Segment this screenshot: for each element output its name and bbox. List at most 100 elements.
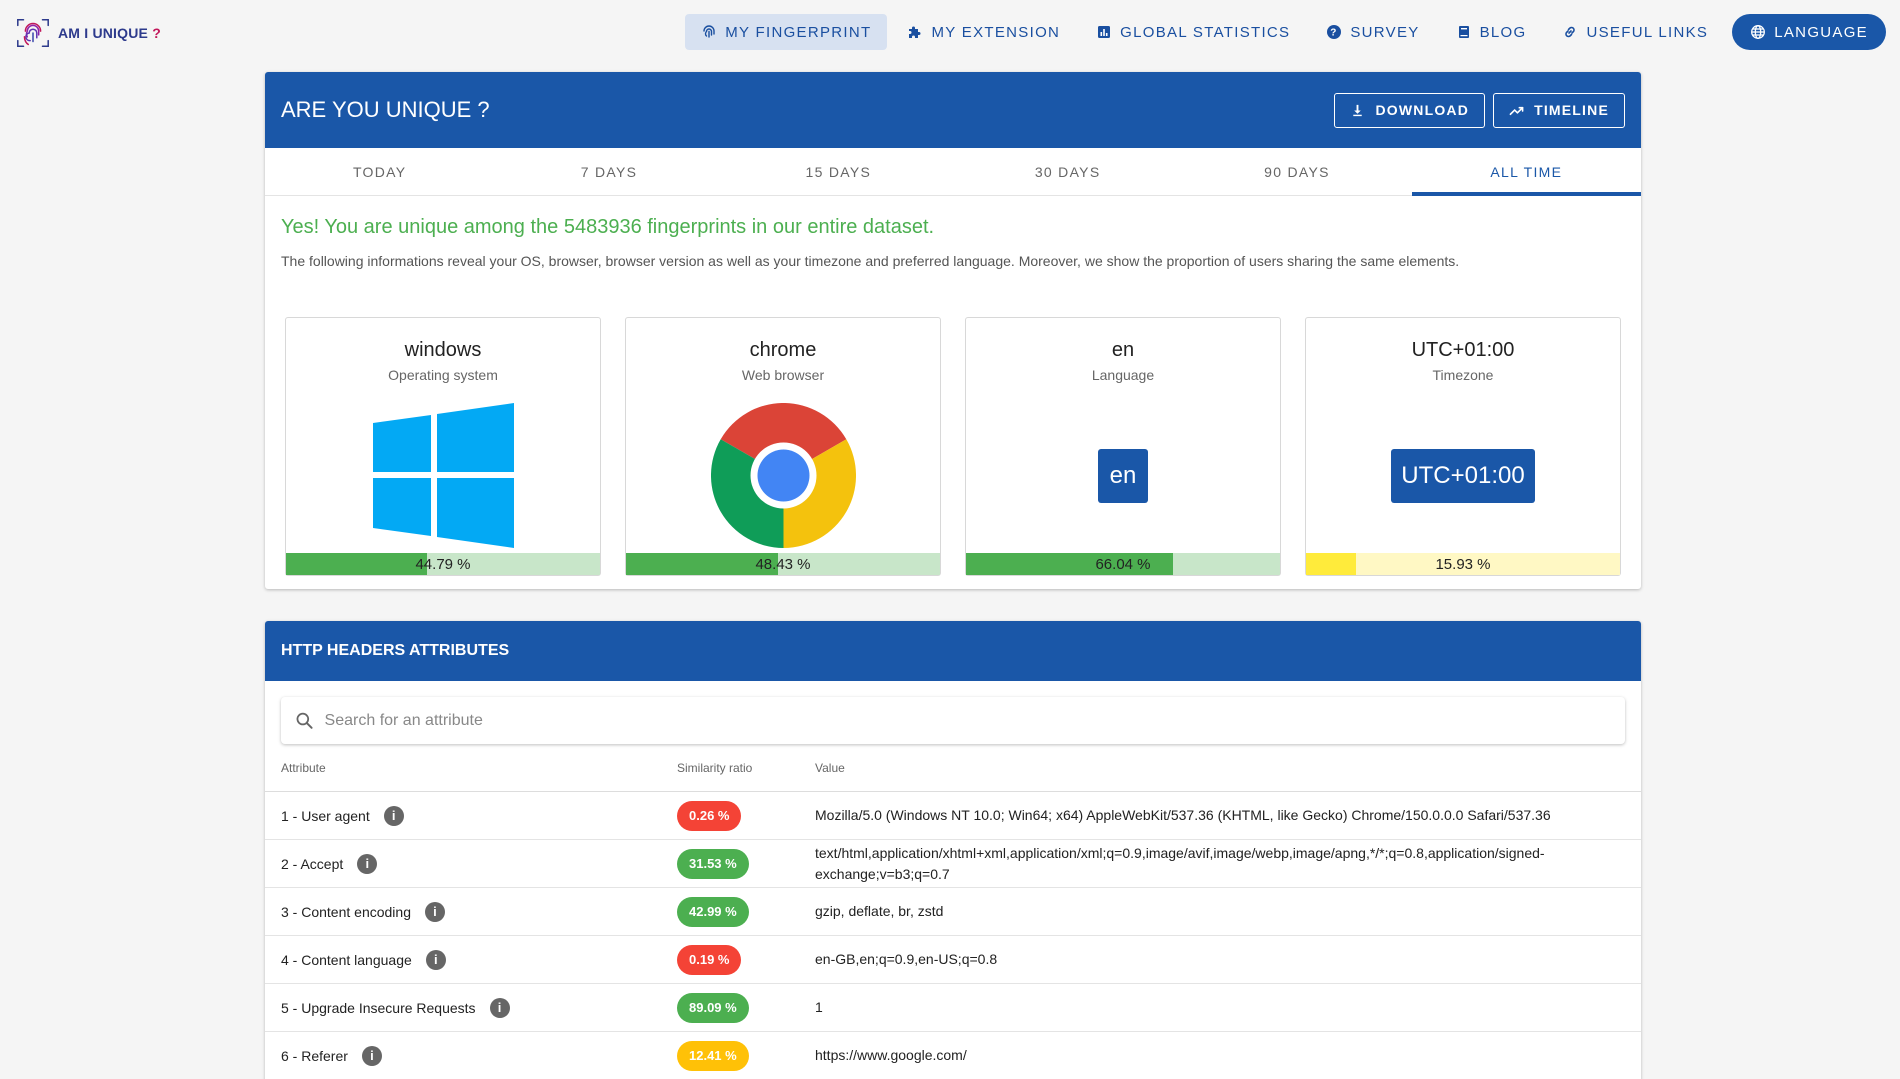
table-row: 5 - Upgrade Insecure Requests i 89.09 % 1 — [265, 984, 1641, 1032]
attribute-search[interactable] — [281, 697, 1625, 744]
attribute-name: 4 - Content language — [281, 951, 412, 968]
timezone-tile: UTC+01:00 Timezone UTC+01:00 15.93 % — [1305, 317, 1621, 576]
os-share-bar: 44.79 % — [286, 553, 600, 575]
description-text: The following informations reveal your O… — [281, 253, 1460, 269]
os-name: windows — [404, 339, 482, 361]
download-label: DOWNLOAD — [1375, 102, 1470, 118]
attribute-value: en-GB,en;q=0.9,en-US;q=0.8 — [815, 951, 998, 967]
nav-global-statistics[interactable]: GLOBAL STATISTICS — [1080, 14, 1306, 50]
book-icon — [1458, 26, 1469, 38]
similarity-badge: 31.53 % — [677, 848, 749, 879]
http-headers-header: HTTP HEADERS ATTRIBUTES — [265, 621, 1641, 681]
nav-label: GLOBAL STATISTICS — [1120, 23, 1291, 41]
attribute-value: 1 — [815, 999, 823, 1015]
top-navbar: AM I UNIQUE ? MY FINGERPRINT MY EXTENSIO… — [0, 0, 1900, 64]
similarity-badge: 42.99 % — [677, 896, 749, 927]
timezone-share-bar: 15.93 % — [1306, 553, 1620, 575]
fingerprint-logo-icon — [17, 18, 49, 48]
language-share-text: 66.04 % — [1095, 555, 1151, 573]
similarity-badge: 0.26 % — [677, 800, 742, 831]
link-icon — [1565, 26, 1576, 38]
uniqueness-card-header: ARE YOU UNIQUE ? DOWNLOAD TIMELINE — [265, 72, 1641, 148]
logo[interactable]: AM I UNIQUE ? — [14, 14, 161, 52]
nav-my-fingerprint[interactable]: MY FINGERPRINT — [685, 14, 888, 50]
summary-tiles: windows Operating system 44.79 % chrome … — [285, 317, 1621, 576]
column-value[interactable]: Value — [815, 761, 1641, 775]
timezone-label: Timezone — [1432, 367, 1494, 383]
timeline-label: TIMELINE — [1534, 102, 1609, 118]
timezone-share-text: 15.93 % — [1435, 555, 1491, 573]
tab-all-time[interactable]: ALL TIME — [1411, 148, 1642, 196]
nav-blog[interactable]: BLOG — [1440, 14, 1543, 50]
language-chip: en — [1098, 448, 1148, 503]
browser-share-bar: 48.43 % — [626, 553, 940, 575]
language-name: en — [1111, 339, 1135, 361]
http-headers-card: HTTP HEADERS ATTRIBUTES Attribute Simila… — [265, 621, 1641, 1079]
table-row: 3 - Content encoding i 42.99 % gzip, defl… — [265, 888, 1641, 936]
os-label: Operating system — [388, 367, 498, 383]
info-icon[interactable]: i — [361, 1045, 382, 1066]
info-icon[interactable]: i — [357, 853, 378, 874]
attribute-value: Mozilla/5.0 (Windows NT 10.0; Win64; x64… — [815, 807, 1551, 823]
language-button[interactable]: LANGUAGE — [1732, 14, 1886, 50]
attribute-name: 6 - Referer — [281, 1047, 348, 1064]
puzzle-icon — [909, 26, 921, 38]
tab-90-days[interactable]: 90 DAYS — [1182, 148, 1411, 195]
windows-logo-icon — [372, 403, 514, 548]
search-icon — [296, 712, 313, 729]
chrome-logo-icon — [710, 403, 856, 548]
trending-up-icon — [1509, 106, 1524, 115]
language-label: Language — [1091, 367, 1155, 383]
info-icon[interactable]: i — [489, 997, 510, 1018]
help-circle-icon: ? — [1327, 25, 1342, 39]
info-icon[interactable]: i — [424, 901, 445, 922]
tab-today[interactable]: TODAY — [265, 148, 494, 195]
info-icon[interactable]: i — [383, 805, 404, 826]
language-tile: en Language en 66.04 % — [965, 317, 1281, 576]
timezone-name: UTC+01:00 — [1411, 339, 1515, 361]
browser-share-text: 48.43 % — [755, 555, 811, 573]
info-icon[interactable]: i — [425, 949, 446, 970]
nav-label: USEFUL LINKS — [1586, 23, 1709, 41]
attribute-name: 3 - Content encoding — [281, 903, 411, 920]
nav-label: MY EXTENSION — [931, 23, 1061, 41]
nav-label: BLOG — [1479, 23, 1527, 41]
os-tile: windows Operating system 44.79 % — [285, 317, 601, 576]
language-share-bar: 66.04 % — [966, 553, 1280, 575]
bar-chart-icon — [1098, 26, 1111, 38]
http-headers-title: HTTP HEADERS ATTRIBUTES — [281, 642, 510, 659]
column-similarity-ratio[interactable]: Similarity ratio — [677, 761, 815, 775]
table-row: 2 - Accept i 31.53 % text/html,applicatio… — [265, 840, 1641, 888]
table-header: Attribute Similarity ratio Value — [265, 744, 1641, 792]
uniqueness-card: ARE YOU UNIQUE ? DOWNLOAD TIMELINE TODAY… — [265, 72, 1642, 589]
attribute-name: 2 - Accept — [281, 855, 344, 872]
download-button[interactable]: DOWNLOAD — [1334, 92, 1486, 128]
similarity-badge: 89.09 % — [677, 992, 749, 1023]
attribute-name: 1 - User agent — [281, 807, 370, 824]
attribute-value: gzip, deflate, br, zstd — [815, 903, 944, 919]
nav-survey[interactable]: ? SURVEY — [1310, 14, 1435, 50]
page-title: ARE YOU UNIQUE ? — [281, 97, 490, 122]
similarity-badge: 12.41 % — [677, 1040, 749, 1071]
logo-text: AM I UNIQUE ? — [58, 25, 161, 41]
attribute-value: text/html,application/xhtml+xml,applicat… — [815, 844, 1545, 882]
tab-15-days[interactable]: 15 DAYS — [724, 148, 953, 195]
similarity-badge: 0.19 % — [677, 944, 742, 975]
nav-useful-links[interactable]: USEFUL LINKS — [1546, 14, 1724, 50]
column-attribute[interactable]: Attribute — [265, 761, 677, 775]
browser-name: chrome — [749, 339, 817, 361]
download-icon — [1353, 104, 1363, 116]
language-label: LANGUAGE — [1774, 23, 1868, 41]
search-input[interactable] — [324, 711, 1611, 730]
attribute-name: 5 - Upgrade Insecure Requests — [281, 999, 476, 1016]
tab-30-days[interactable]: 30 DAYS — [953, 148, 1182, 195]
nav-label: SURVEY — [1350, 23, 1420, 41]
tab-7-days[interactable]: 7 DAYS — [494, 148, 723, 195]
browser-label: Web browser — [741, 367, 825, 383]
table-row: 4 - Content language i 0.19 % en-GB,en;q=… — [265, 936, 1641, 984]
nav-label: MY FINGERPRINT — [725, 23, 872, 41]
table-row: 1 - User agent i 0.26 % Mozilla/5.0 (Wind… — [265, 792, 1641, 840]
globe-icon — [1751, 25, 1766, 39]
timeline-button[interactable]: TIMELINE — [1493, 92, 1625, 128]
nav-my-extension[interactable]: MY EXTENSION — [891, 14, 1076, 50]
